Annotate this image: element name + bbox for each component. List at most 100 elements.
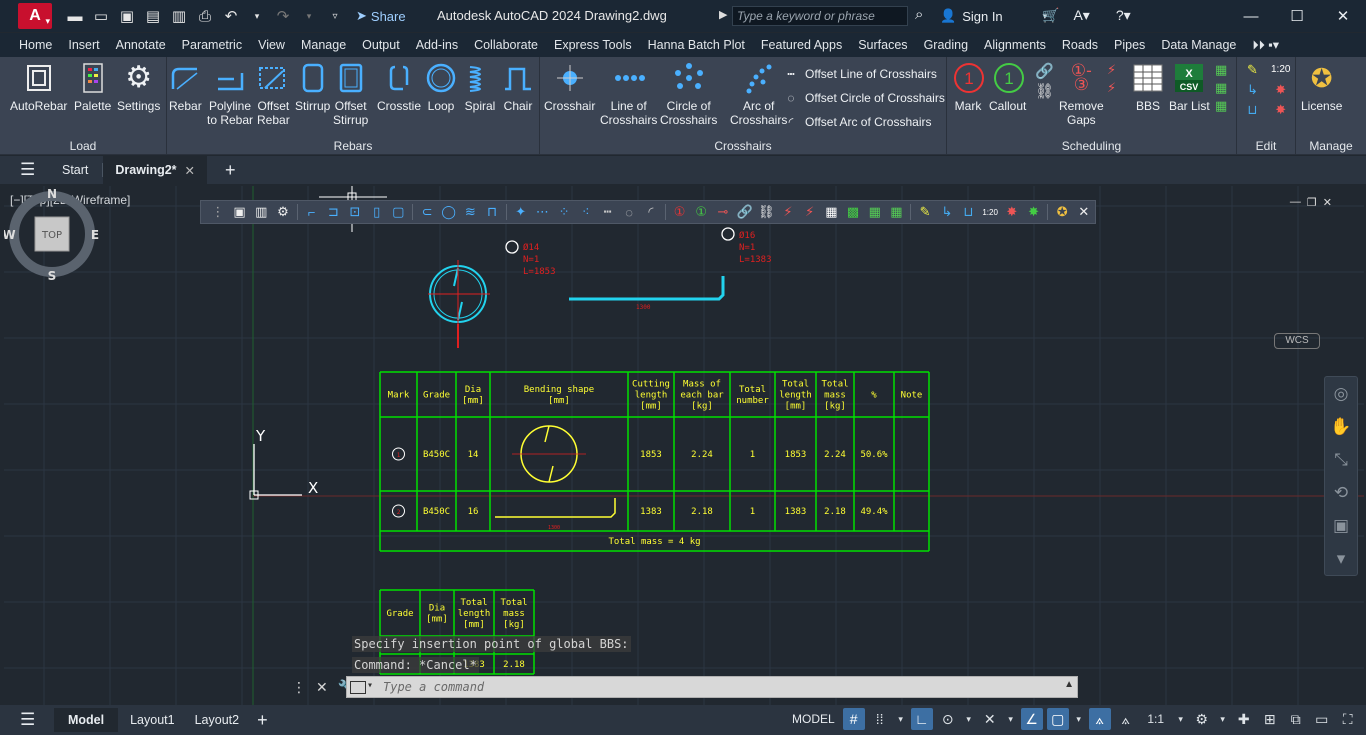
fb-bolt-alt-icon[interactable]: ⚡ bbox=[799, 202, 821, 222]
tab-layout1[interactable]: Layout1 bbox=[130, 713, 174, 727]
arc-of-crosshairs-button[interactable]: Arc of Crosshairs bbox=[730, 61, 787, 127]
save-icon[interactable]: ▣ bbox=[118, 7, 136, 25]
close-icon[interactable]: ✕ bbox=[1320, 0, 1366, 32]
viewcube[interactable]: TOP N S E W bbox=[4, 186, 100, 282]
palette-button[interactable]: Palette bbox=[74, 61, 111, 113]
offset-arc-of-crosshairs-button[interactable]: ◜ Offset Arc of Crosshairs bbox=[782, 113, 932, 131]
tab-drawing2[interactable]: Drawing2* ✕ bbox=[103, 156, 208, 184]
hamburger-menu-icon[interactable]: ☰ bbox=[20, 160, 40, 180]
viewcube-top-face[interactable]: TOP bbox=[41, 230, 62, 241]
model-space-toggle[interactable]: MODEL bbox=[788, 709, 839, 729]
cart-icon[interactable]: 🛒 bbox=[1042, 7, 1059, 24]
ribbon-tab-manage[interactable]: Manage bbox=[293, 38, 354, 52]
compass-east[interactable]: E bbox=[91, 228, 99, 242]
link-tools[interactable]: 🔗 ⛓ bbox=[1035, 64, 1054, 99]
ribbon-tab-data-manage[interactable]: Data Manage bbox=[1153, 38, 1244, 52]
fb-explode-icon[interactable]: ✸ bbox=[1001, 202, 1023, 222]
workspace-dropdown-icon[interactable]: ▾ bbox=[1217, 708, 1229, 730]
sign-in-button[interactable]: 👤 Sign In ▾ bbox=[940, 8, 1047, 24]
fb-edit-pencil-icon[interactable]: ✎ bbox=[914, 202, 936, 222]
fb-burst-icon[interactable]: ✸ bbox=[1023, 202, 1045, 222]
minimize-icon[interactable]: — bbox=[1228, 0, 1274, 32]
ribbon-tab-view[interactable]: View bbox=[250, 38, 293, 52]
search-icon[interactable]: ⌕ bbox=[915, 6, 923, 23]
bbs-button[interactable]: BBS bbox=[1132, 61, 1164, 113]
offset-line-of-crosshairs-button[interactable]: ┅ Offset Line of Crosshairs bbox=[782, 65, 936, 83]
edit-tools-col2[interactable]: 1:20 ✸ ✸ bbox=[1271, 63, 1290, 117]
ortho-icon[interactable]: ∟ bbox=[910, 708, 933, 730]
settings-button[interactable]: ⚙ Settings bbox=[117, 61, 160, 114]
ribbon-tab-parametric[interactable]: Parametric bbox=[174, 38, 250, 52]
redo-dropdown-icon[interactable]: ▾ bbox=[300, 11, 318, 22]
ribbon-tab-featured-apps[interactable]: Featured Apps bbox=[753, 38, 850, 52]
fb-arc-of-crosshairs-icon[interactable]: ⁖ bbox=[575, 202, 597, 222]
object-snap-tracking-icon[interactable]: ∠ bbox=[1020, 708, 1043, 730]
plot-icon[interactable]: ⎙ bbox=[196, 8, 214, 25]
units-icon[interactable]: ⊞ bbox=[1259, 708, 1281, 730]
new-layout-button[interactable]: + bbox=[257, 710, 268, 731]
compass-south[interactable]: S bbox=[48, 269, 57, 282]
fb-bolt-icon[interactable]: ⚡ bbox=[777, 202, 799, 222]
rebar-loop-1[interactable] bbox=[428, 260, 490, 348]
fb-export-table-icon[interactable]: ▦ bbox=[864, 202, 886, 222]
open-web-icon[interactable]: ▥ bbox=[170, 7, 188, 25]
customize-dropdown-icon[interactable]: ▿ bbox=[326, 11, 344, 22]
fb-mark-icon[interactable]: ① bbox=[669, 202, 691, 222]
fb-remove-gaps-icon[interactable]: ⊸ bbox=[712, 202, 734, 222]
callout-button[interactable]: 1 Callout bbox=[989, 61, 1026, 113]
pan-hand-icon[interactable]: ✋ bbox=[1325, 410, 1357, 443]
rebar-lbar-2[interactable]: 1300 bbox=[569, 276, 725, 311]
crosstie-button[interactable]: Crosstie bbox=[377, 61, 421, 113]
osnap-dropdown-icon[interactable]: ▾ bbox=[1073, 708, 1085, 730]
ribbon-more-tabs-icon[interactable]: ⏵⏵ ▪▾ bbox=[1244, 37, 1287, 53]
fb-chair-icon[interactable]: ⊓ bbox=[481, 202, 503, 222]
mark-2-callout[interactable]: Ø16 N=1 L=1383 bbox=[721, 227, 772, 265]
fb-loop-icon[interactable]: ◯ bbox=[438, 202, 460, 222]
isodraft-icon[interactable]: ✕ bbox=[979, 708, 1001, 730]
spiral-button[interactable]: Spiral bbox=[464, 61, 496, 113]
polar-icon[interactable]: ⊙ bbox=[937, 708, 959, 730]
object-snap-icon[interactable]: ▢ bbox=[1046, 708, 1069, 730]
annotation-scale-label[interactable]: 1:1 bbox=[1141, 708, 1171, 730]
autorebar-button[interactable]: AutoRebar bbox=[10, 61, 67, 113]
ribbon-tab-surfaces[interactable]: Surfaces bbox=[850, 38, 915, 52]
offset-circle-of-crosshairs-button[interactable]: ◌ Offset Circle of Crosshairs bbox=[782, 89, 944, 107]
help-icon[interactable]: ?▾ bbox=[1116, 7, 1131, 24]
layouts-menu-icon[interactable]: ☰ bbox=[20, 710, 40, 730]
license-button[interactable]: ✪ License bbox=[1301, 61, 1342, 113]
ribbon-tab-collaborate[interactable]: Collaborate bbox=[466, 38, 546, 52]
new-icon[interactable]: ▬ bbox=[66, 8, 84, 25]
isolate-objects-icon[interactable]: ▭ bbox=[1311, 708, 1333, 730]
mark-button[interactable]: 1 Mark bbox=[952, 61, 984, 113]
fb-settings-icon[interactable]: ⚙ bbox=[272, 202, 294, 222]
snap-icon[interactable]: ⁞⁞ bbox=[869, 708, 891, 730]
tab-model[interactable]: Model bbox=[54, 708, 119, 732]
remove-gaps-button[interactable]: ①-③ Remove Gaps bbox=[1059, 61, 1104, 127]
ribbon-tab-output[interactable]: Output bbox=[354, 38, 408, 52]
fullscreen-icon[interactable]: ⛶ bbox=[1337, 708, 1359, 730]
grid-icon[interactable]: # bbox=[842, 708, 865, 730]
undo-icon[interactable]: ↶ bbox=[222, 7, 240, 25]
annotation-visibility-icon[interactable]: ⟑ bbox=[1088, 708, 1111, 730]
redo-icon[interactable]: ↷ bbox=[274, 7, 292, 25]
fb-update-table-icon[interactable]: ▦ bbox=[886, 202, 908, 222]
line-of-crosshairs-button[interactable]: Line of Crosshairs bbox=[600, 61, 657, 127]
offset-stirrup-button[interactable]: Offset Stirrup bbox=[333, 61, 368, 127]
open-icon[interactable]: ▭ bbox=[92, 7, 110, 25]
ribbon-tab-home[interactable]: Home bbox=[0, 38, 60, 52]
close-tab-icon[interactable]: ✕ bbox=[185, 163, 195, 178]
new-tab-button[interactable]: + bbox=[225, 160, 236, 181]
compass-west[interactable]: W bbox=[4, 228, 16, 242]
drawing-canvas[interactable]: Ø14 N=1 L=1853 1300 Ø16 N=1 L=1383 Mark G… bbox=[4, 186, 1364, 706]
fb-offset-rebar-icon[interactable]: ⊡ bbox=[344, 202, 366, 222]
ribbon-tab-hanna-batch-plot[interactable]: Hanna Batch Plot bbox=[640, 38, 753, 52]
fb-crosshair-icon[interactable]: ✦ bbox=[510, 202, 532, 222]
fb-autorebar-icon[interactable]: ▣ bbox=[229, 202, 251, 222]
bolt-tools[interactable]: ⚡ ⚡ bbox=[1107, 63, 1116, 95]
drag-handle-icon[interactable]: ⋮ bbox=[292, 679, 306, 696]
viewport-restore-icon[interactable]: ❐ bbox=[1307, 196, 1317, 209]
viewport-minimize-icon[interactable]: — bbox=[1290, 196, 1301, 209]
fb-offset-line-crosshairs-icon[interactable]: ┅ bbox=[597, 202, 619, 222]
fb-drag-grip-icon[interactable]: ⋮ bbox=[207, 202, 229, 222]
fb-stirrup-icon[interactable]: ▯ bbox=[366, 202, 388, 222]
